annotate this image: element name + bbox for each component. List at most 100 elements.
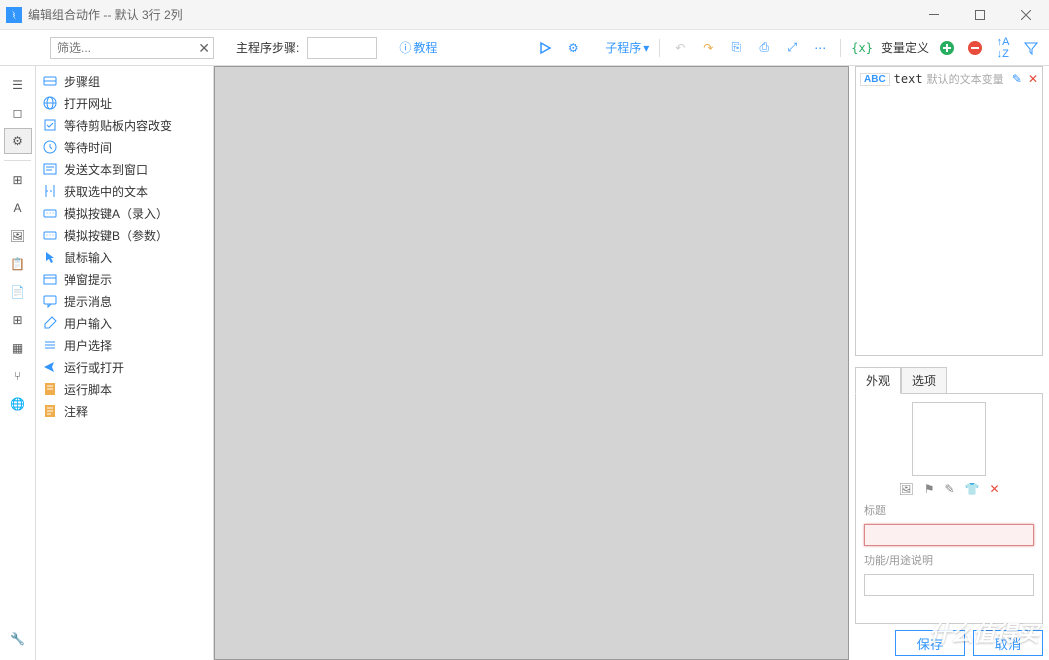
run-script-icon <box>42 381 58 397</box>
action-label: 步骤组 <box>64 73 100 90</box>
more-icon[interactable]: ⋯ <box>810 38 830 58</box>
rail-windows-icon[interactable]: ⊞ <box>4 307 32 333</box>
main-steps-input[interactable] <box>307 37 377 59</box>
rail-image-icon[interactable]: 🖼 <box>4 223 32 249</box>
action-label: 获取选中的文本 <box>64 183 148 200</box>
rail-globe-icon[interactable]: 🌐 <box>4 391 32 417</box>
action-label: 用户输入 <box>64 315 112 332</box>
rail-list-icon[interactable]: ☰ <box>4 72 32 98</box>
wait-time-icon <box>42 139 58 155</box>
filter-input[interactable] <box>50 37 214 59</box>
delete-var-icon[interactable]: ✕ <box>1028 72 1038 86</box>
var-def-label: 变量定义 <box>881 39 929 56</box>
pick-flag-icon[interactable]: ⚑ <box>924 482 935 496</box>
subroutine-icon[interactable]: ⚙ <box>563 38 583 58</box>
tab-options[interactable]: 选项 <box>901 367 947 394</box>
action-list: 步骤组打开网址等待剪贴板内容改变等待时间发送文本到窗口获取选中的文本模拟按键A（… <box>36 66 214 660</box>
edit-var-icon[interactable]: ✎ <box>1012 72 1022 86</box>
user-select-icon <box>42 337 58 353</box>
send-text-icon <box>42 161 58 177</box>
editor-canvas[interactable] <box>214 66 849 660</box>
pick-shirt-icon[interactable]: 👕 <box>965 482 980 496</box>
action-key-a[interactable]: 模拟按键A（录入） <box>38 202 211 224</box>
clear-icon[interactable]: ✕ <box>989 482 999 496</box>
minimize-button[interactable] <box>911 0 957 30</box>
tab-appearance[interactable]: 外观 <box>855 367 901 394</box>
tutorial-link[interactable]: ⓘ 教程 <box>399 39 437 56</box>
sort-icon[interactable]: ↑A↓Z <box>993 38 1013 58</box>
action-label: 用户选择 <box>64 337 112 354</box>
filter-icon[interactable] <box>1021 38 1041 58</box>
rail-text-icon[interactable]: A <box>4 195 32 221</box>
copy-icon[interactable]: ⎘ <box>726 38 746 58</box>
action-run-script[interactable]: 运行脚本 <box>38 378 211 400</box>
rail-window-icon[interactable]: ⊞ <box>4 167 32 193</box>
action-wait-time[interactable]: 等待时间 <box>38 136 211 158</box>
action-label: 运行脚本 <box>64 381 112 398</box>
action-send-text[interactable]: 发送文本到窗口 <box>38 158 211 180</box>
action-label: 等待剪贴板内容改变 <box>64 117 172 134</box>
expand-icon[interactable]: ⤢ <box>782 38 802 58</box>
action-label: 鼠标输入 <box>64 249 112 266</box>
main-steps-label: 主程序步骤: <box>236 39 299 56</box>
close-button[interactable] <box>1003 0 1049 30</box>
message-icon <box>42 293 58 309</box>
action-message[interactable]: 提示消息 <box>38 290 211 312</box>
maximize-button[interactable] <box>957 0 1003 30</box>
action-mouse[interactable]: 鼠标输入 <box>38 246 211 268</box>
action-label: 等待时间 <box>64 139 112 156</box>
remove-var-icon[interactable] <box>965 38 985 58</box>
action-label: 发送文本到窗口 <box>64 161 148 178</box>
clear-filter-icon[interactable]: ✕ <box>198 40 210 57</box>
action-comment[interactable]: 注释 <box>38 400 211 422</box>
right-panel: ABC text 默认的文本变量 ✎ ✕ 外观 选项 🖼 ⚑ ✎ 👕 ✕ 标题 … <box>849 66 1049 660</box>
rail-bookmark-icon[interactable]: ◻ <box>4 100 32 126</box>
action-user-input[interactable]: 用户输入 <box>38 312 211 334</box>
get-selected-icon <box>42 183 58 199</box>
wrench-icon[interactable]: 🔧 <box>4 626 32 652</box>
rail-branch-icon[interactable]: ⑂ <box>4 363 32 389</box>
action-key-b[interactable]: 模拟按键B（参数） <box>38 224 211 246</box>
desc-input[interactable] <box>864 574 1034 596</box>
undo-icon[interactable]: ↶ <box>670 38 690 58</box>
action-label: 打开网址 <box>64 95 112 112</box>
pick-image-icon[interactable]: 🖼 <box>898 482 913 496</box>
action-user-select[interactable]: 用户选择 <box>38 334 211 356</box>
rail-doc-icon[interactable]: 📄 <box>4 279 32 305</box>
property-tabs: 外观 选项 <box>855 366 1043 393</box>
action-popup[interactable]: 弹窗提示 <box>38 268 211 290</box>
rail-clipboard-icon[interactable]: 📋 <box>4 251 32 277</box>
subroutine-dropdown[interactable]: 子程序 ▾ <box>605 39 649 56</box>
pick-color-icon[interactable]: ✎ <box>944 482 954 496</box>
camera-icon[interactable]: ⎙ <box>754 38 774 58</box>
user-input-icon <box>42 315 58 331</box>
ok-button[interactable]: 保存 <box>895 630 965 656</box>
action-label: 提示消息 <box>64 293 112 310</box>
title-input[interactable] <box>864 524 1034 546</box>
action-open-url[interactable]: 打开网址 <box>38 92 211 114</box>
cancel-button[interactable]: 取消 <box>973 630 1043 656</box>
variable-list: ABC text 默认的文本变量 ✎ ✕ <box>855 66 1043 356</box>
action-label: 运行或打开 <box>64 359 124 376</box>
variable-item[interactable]: ABC text 默认的文本变量 ✎ ✕ <box>858 69 1040 89</box>
popup-icon <box>42 271 58 287</box>
toolbar: ✕ 主程序步骤: ⓘ 教程 ⚙ 子程序 ▾ ↶ ↷ ⎘ ⎙ ⤢ ⋯ {x} 变量… <box>0 30 1049 66</box>
play-icon[interactable] <box>535 38 555 58</box>
var-desc: 默认的文本变量 <box>927 71 1006 87</box>
group-icon <box>42 73 58 89</box>
action-get-selected[interactable]: 获取选中的文本 <box>38 180 211 202</box>
key-b-icon <box>42 227 58 243</box>
rail-settings-icon[interactable]: ⚙ <box>4 128 32 154</box>
mouse-icon <box>42 249 58 265</box>
var-name: text <box>894 72 923 86</box>
redo-icon[interactable]: ↷ <box>698 38 718 58</box>
add-var-icon[interactable] <box>937 38 957 58</box>
title-label: 标题 <box>864 502 1034 518</box>
action-run-open[interactable]: 运行或打开 <box>38 356 211 378</box>
rail-grid-icon[interactable]: ▦ <box>4 335 32 361</box>
action-label: 模拟按键B（参数） <box>64 227 168 244</box>
action-group[interactable]: 步骤组 <box>38 70 211 92</box>
title-bar: 编辑组合动作 -- 默认 3行 2列 <box>0 0 1049 30</box>
comment-icon <box>42 403 58 419</box>
action-wait-clipboard[interactable]: 等待剪贴板内容改变 <box>38 114 211 136</box>
